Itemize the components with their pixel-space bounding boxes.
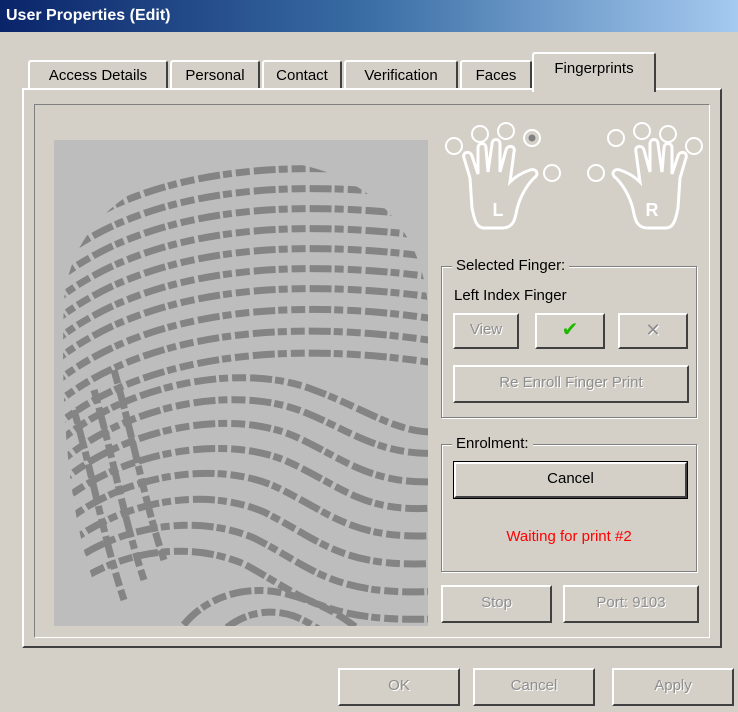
tab-faces[interactable]: Faces <box>460 60 532 90</box>
tab-contact[interactable]: Contact <box>262 60 342 90</box>
right-ring-finger-button[interactable] <box>659 125 677 143</box>
fingerprint-image <box>54 140 428 626</box>
apply-label: Apply <box>654 677 692 694</box>
port-label: Port: 9103 <box>596 594 666 611</box>
selected-finger-name: Left Index Finger <box>454 287 567 304</box>
right-hand-label: R <box>646 200 659 220</box>
tab-personal[interactable]: Personal <box>170 60 260 90</box>
enrolment-status-text: Waiting for print #2 <box>506 528 632 545</box>
tab-fingerprints[interactable]: Fingerprints <box>532 52 656 92</box>
tab-label: Access Details <box>48 67 148 84</box>
selected-finger-legend: Selected Finger: <box>452 257 570 274</box>
right-middle-finger-button[interactable] <box>633 122 651 140</box>
left-middle-finger-button[interactable] <box>497 122 515 140</box>
tab-label: Fingerprints <box>554 60 634 77</box>
re-enroll-label: Re Enroll Finger Print <box>499 374 643 391</box>
hand-selector: L R <box>440 118 710 250</box>
view-button[interactable]: View <box>453 313 519 349</box>
stop-label: Stop <box>481 594 512 611</box>
view-button-label: View <box>469 321 503 338</box>
left-index-selected-dot <box>528 134 536 142</box>
enrolment-cancel-label: Cancel <box>547 470 594 487</box>
tab-label: Faces <box>475 67 517 84</box>
right-thumb-button[interactable] <box>587 164 605 182</box>
reject-button[interactable]: ✕ <box>618 313 688 349</box>
tab-verification[interactable]: Verification <box>344 60 458 90</box>
re-enroll-button[interactable]: Re Enroll Finger Print <box>453 365 689 403</box>
window-title-bar[interactable]: User Properties (Edit) <box>0 0 738 32</box>
tab-access-details[interactable]: Access Details <box>28 60 168 90</box>
accept-button[interactable]: ✔ <box>535 313 605 349</box>
left-ring-finger-button[interactable] <box>471 125 489 143</box>
right-pinky-finger-button[interactable] <box>685 137 703 155</box>
port-button[interactable]: Port: 9103 <box>563 585 699 623</box>
left-pinky-finger-button[interactable] <box>445 137 463 155</box>
tab-label: Contact <box>276 67 328 84</box>
left-hand-label: L <box>493 200 504 220</box>
checkmark-icon: ✔ <box>561 319 579 341</box>
tab-label: Personal <box>185 67 245 84</box>
window-title: User Properties (Edit) <box>6 7 171 24</box>
ok-button[interactable]: OK <box>338 668 460 706</box>
enrolment-cancel-button[interactable]: Cancel <box>453 461 688 499</box>
cancel-label: Cancel <box>510 677 558 694</box>
apply-button[interactable]: Apply <box>612 668 734 706</box>
tab-label: Verification <box>364 67 438 84</box>
cancel-button[interactable]: Cancel <box>473 668 595 706</box>
ok-label: OK <box>388 677 410 694</box>
close-icon: ✕ <box>645 320 661 340</box>
right-index-finger-button[interactable] <box>607 129 625 147</box>
left-thumb-button[interactable] <box>543 164 561 182</box>
enrolment-legend: Enrolment: <box>452 435 533 452</box>
stop-button[interactable]: Stop <box>441 585 552 623</box>
